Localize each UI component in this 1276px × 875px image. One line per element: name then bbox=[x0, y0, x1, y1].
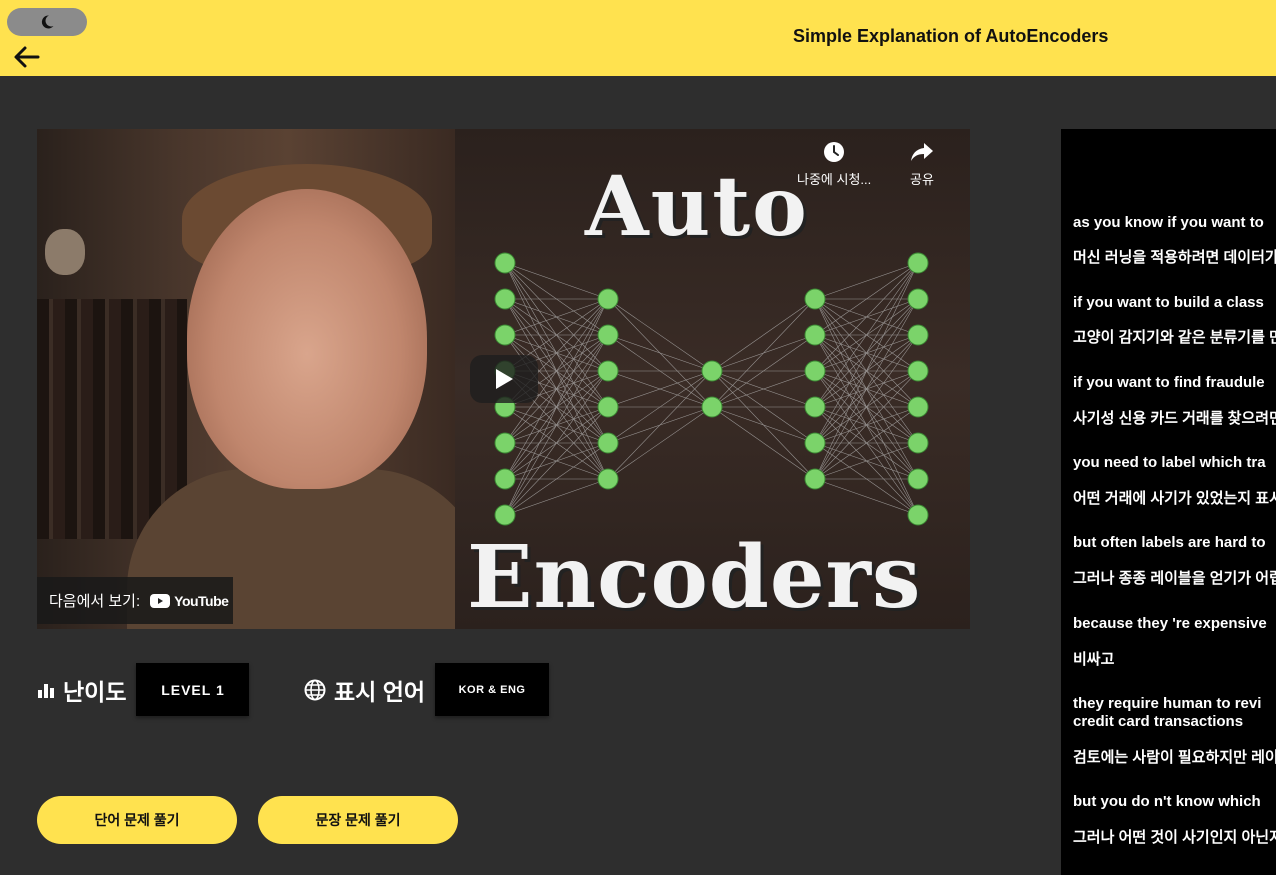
back-arrow-icon[interactable] bbox=[12, 42, 42, 72]
clock-icon bbox=[824, 142, 845, 162]
network-node bbox=[907, 288, 929, 310]
share-label: 공유 bbox=[910, 172, 934, 187]
subtitle-en-7[interactable]: they require human to revi bbox=[1073, 695, 1276, 713]
subtitle-ko-6[interactable]: 비싸고 bbox=[1073, 651, 1276, 669]
difficulty-label-wrap: 난이도 bbox=[37, 673, 126, 707]
watch-later-control[interactable]: 나중에 시청... bbox=[797, 141, 871, 188]
network-edge bbox=[814, 478, 919, 516]
network-node bbox=[597, 360, 619, 382]
network-node bbox=[494, 288, 516, 310]
network-node bbox=[804, 468, 826, 490]
network-node bbox=[907, 396, 929, 418]
subtitle-ko-3[interactable]: 사기성 신용 카드 거래를 찾으려면 bbox=[1073, 410, 1276, 428]
youtube-logo: YouTube bbox=[150, 592, 229, 609]
moon-icon bbox=[41, 15, 54, 29]
overlay-title-encoders: Encoders bbox=[467, 527, 922, 628]
network-edge bbox=[711, 298, 816, 408]
network-node bbox=[907, 468, 929, 490]
subtitle-ko-5[interactable]: 그러나 종종 레이블을 얻기가 어렵 bbox=[1073, 570, 1276, 588]
network-edge bbox=[711, 298, 816, 372]
network-node bbox=[597, 468, 619, 490]
network-node bbox=[494, 504, 516, 526]
network-edge bbox=[814, 262, 919, 300]
network-node bbox=[804, 432, 826, 454]
subtitle-en-3[interactable]: if you want to find fraudule bbox=[1073, 374, 1276, 392]
video-thumbnail-presenter bbox=[37, 129, 487, 629]
difficulty-label: 난이도 bbox=[63, 678, 127, 705]
play-button[interactable] bbox=[470, 355, 538, 403]
globe-icon bbox=[304, 679, 326, 700]
network-node bbox=[804, 396, 826, 418]
watch-later-label: 나중에 시청... bbox=[797, 172, 872, 187]
video-player[interactable]: Auto Encoders 나중에 시청... 공유 다음에서 보기: YouT… bbox=[37, 129, 970, 629]
network-node bbox=[494, 432, 516, 454]
language-row: 표시 언어 KOR & ENG bbox=[304, 663, 550, 716]
network-node bbox=[494, 252, 516, 274]
network-edge bbox=[504, 478, 609, 516]
network-node bbox=[907, 432, 929, 454]
youtube-play-icon bbox=[150, 593, 171, 608]
subtitle-en-2[interactable]: if you want to build a class bbox=[1073, 294, 1276, 312]
network-node bbox=[597, 324, 619, 346]
subtitle-en-8[interactable]: but you do n't know which bbox=[1073, 793, 1276, 811]
subtitle-ko-2[interactable]: 고양이 감지기와 같은 분류기를 만 bbox=[1073, 329, 1276, 347]
subtitle-ko-4[interactable]: 어떤 거래에 사기가 있었는지 표시 bbox=[1073, 490, 1276, 508]
network-node bbox=[907, 252, 929, 274]
subtitle-ko-7[interactable]: 검토에는 사람이 필요하지만 레이 bbox=[1073, 749, 1276, 767]
subtitle-ko-1[interactable]: 머신 러닝을 적용하려면 데이터가 bbox=[1073, 249, 1276, 267]
network-edge bbox=[711, 406, 816, 444]
network-node bbox=[804, 324, 826, 346]
network-node bbox=[701, 360, 723, 382]
difficulty-row: 난이도 LEVEL 1 bbox=[37, 663, 250, 716]
language-label-wrap: 표시 언어 bbox=[304, 673, 425, 707]
network-edge bbox=[711, 406, 816, 480]
display-language-badge[interactable]: KOR & ENG bbox=[435, 663, 550, 716]
network-node bbox=[701, 396, 723, 418]
presenter-face bbox=[187, 189, 427, 489]
network-edge bbox=[607, 406, 713, 480]
network-node bbox=[804, 360, 826, 382]
bar-chart-icon bbox=[38, 683, 54, 698]
network-node bbox=[597, 396, 619, 418]
share-control[interactable]: 공유 bbox=[910, 141, 934, 188]
network-edge bbox=[607, 298, 713, 372]
network-node bbox=[907, 324, 929, 346]
header-bar: Simple Explanation of AutoEncoders bbox=[0, 0, 1276, 76]
sentence-quiz-button[interactable]: 문장 문제 풀기 bbox=[258, 796, 458, 844]
network-node bbox=[804, 288, 826, 310]
subtitle-en-1[interactable]: as you know if you want to bbox=[1073, 214, 1276, 232]
network-node bbox=[907, 360, 929, 382]
network-edge bbox=[814, 262, 919, 372]
subtitle-panel[interactable]: as you know if you want to 머신 러닝을 적용하려면 … bbox=[1061, 129, 1276, 875]
subtitle-en-7-line2[interactable]: credit card transactions bbox=[1073, 713, 1276, 731]
share-icon bbox=[911, 143, 933, 161]
language-label: 표시 언어 bbox=[334, 678, 426, 705]
overlay-title-auto: Auto bbox=[585, 159, 809, 255]
skull-decoration bbox=[45, 229, 85, 275]
word-quiz-button[interactable]: 단어 문제 풀기 bbox=[37, 796, 237, 844]
page-title: Simple Explanation of AutoEncoders bbox=[793, 26, 1109, 46]
subtitle-en-6[interactable]: because they 're expensive bbox=[1073, 615, 1276, 633]
network-edge bbox=[814, 262, 919, 444]
network-edge bbox=[607, 334, 713, 372]
subtitle-en-5[interactable]: but often labels are hard to bbox=[1073, 534, 1276, 552]
network-edge bbox=[504, 406, 609, 516]
youtube-wordmark: YouTube bbox=[174, 592, 229, 609]
network-node bbox=[494, 468, 516, 490]
network-node bbox=[494, 324, 516, 346]
network-node bbox=[907, 504, 929, 526]
dark-mode-toggle[interactable] bbox=[7, 8, 87, 36]
network-edge bbox=[607, 370, 713, 480]
watch-on-label: 다음에서 보기: bbox=[49, 593, 141, 610]
network-node bbox=[597, 288, 619, 310]
subtitle-en-4[interactable]: you need to label which tra bbox=[1073, 454, 1276, 472]
network-node bbox=[597, 432, 619, 454]
play-icon bbox=[496, 369, 513, 389]
watch-on-youtube[interactable]: 다음에서 보기: YouTube bbox=[37, 577, 233, 624]
difficulty-level-badge[interactable]: LEVEL 1 bbox=[136, 663, 250, 716]
subtitle-ko-8[interactable]: 그러나 어떤 것이 사기인지 아닌지 bbox=[1073, 829, 1276, 847]
network-edge bbox=[504, 262, 609, 300]
